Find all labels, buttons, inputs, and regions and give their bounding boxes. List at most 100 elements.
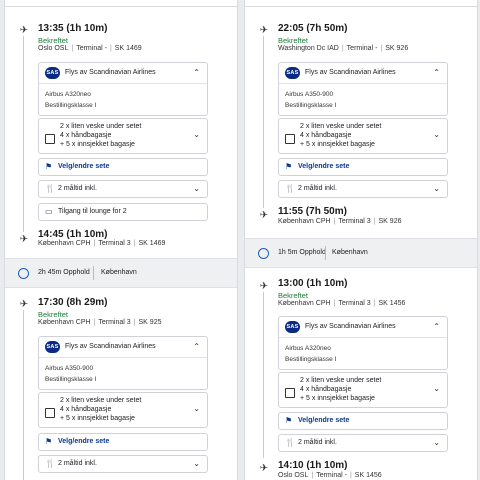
booking-class: Bestillingsklasse I — [45, 102, 97, 109]
status-confirmed: Bekreftet — [38, 36, 69, 45]
seat-select-button[interactable]: ⚑ Velg/endre sete — [38, 433, 208, 451]
chevron-down-icon[interactable]: ⌄ — [193, 404, 200, 413]
layover-duration: 1h 5m Opphold — [278, 249, 326, 256]
chevron-down-icon[interactable]: ⌄ — [193, 459, 200, 468]
baggage-line: + 5 x innsjekket bagasje — [60, 141, 135, 148]
layover-city: København — [101, 269, 137, 276]
airline-card[interactable]: SAS Flys av Scandinavian Airlines ⌃ Airb… — [38, 336, 208, 390]
meals-label: 2 måltid inkl. — [298, 185, 337, 192]
baggage-line: 4 x håndbagasje — [300, 132, 352, 139]
airline-header[interactable]: SAS Flys av Scandinavian Airlines ⌃ — [279, 317, 447, 338]
chevron-down-icon[interactable]: ⌄ — [193, 184, 200, 193]
aircraft-type: Airbus A320neo — [45, 91, 91, 98]
chevron-up-icon[interactable]: ⌃ — [433, 68, 440, 77]
layover-duration: 2h 45m Opphold — [38, 269, 90, 276]
airline-name: Flys av Scandinavian Airlines — [305, 69, 396, 76]
seat-icon: ⚑ — [285, 162, 293, 171]
meals-row[interactable]: 🍴 2 måltid inkl. ⌄ — [278, 180, 448, 198]
seat-select-button[interactable]: ⚑ Velg/endre sete — [278, 158, 448, 176]
seat-select-label: Velg/endre sete — [58, 438, 110, 445]
sas-logo: SAS — [45, 67, 60, 79]
chevron-up-icon[interactable]: ⌃ — [193, 342, 200, 351]
status-confirmed: Bekreftet — [38, 310, 69, 319]
baggage-line: 4 x håndbagasje — [300, 386, 352, 393]
meals-label: 2 måltid inkl. — [58, 460, 97, 467]
baggage-card[interactable]: 2 x liten veske under setet 4 x håndbaga… — [278, 372, 448, 408]
divider — [93, 266, 94, 280]
divider — [325, 246, 326, 260]
departure-place: Oslo OSL | Terminal - | SK 1469 — [38, 45, 142, 52]
departure-time: 22:05 (7h 50m) — [278, 23, 348, 34]
itinerary-return: ✈ 22:05 (7h 50m) Bekreftet Washington Dc… — [244, 0, 478, 480]
plane-takeoff-icon: ✈ — [259, 280, 269, 292]
itinerary-outbound: ✈ 13:35 (1h 10m) Bekreftet Oslo OSL | Term… — [4, 0, 238, 480]
luggage-icon — [285, 134, 295, 144]
meals-row[interactable]: 🍴 2 måltid inkl. ⌄ — [38, 180, 208, 198]
baggage-card[interactable]: 2 x liten veske under setet 4 x håndbaga… — [278, 118, 448, 154]
arrival-time: 14:10 (1h 10m) — [278, 460, 348, 471]
airline-header[interactable]: SAS Flys av Scandinavian Airlines ⌃ — [39, 63, 207, 84]
chevron-down-icon[interactable]: ⌄ — [433, 130, 440, 139]
airline-card[interactable]: SAS Flys av Scandinavian Airlines ⌃ Airb… — [38, 62, 208, 116]
status-confirmed: Bekreftet — [278, 291, 309, 300]
plane-takeoff-icon: ✈ — [19, 298, 29, 310]
baggage-card[interactable]: 2 x liten veske under setet 4 x håndbaga… — [38, 118, 208, 154]
chevron-up-icon[interactable]: ⌃ — [193, 68, 200, 77]
timeline-rail — [263, 292, 264, 458]
chevron-down-icon[interactable]: ⌄ — [433, 438, 440, 447]
airline-name: Flys av Scandinavian Airlines — [305, 323, 396, 330]
departure-place: København CPH | Terminal 3 | SK 1456 — [278, 300, 406, 307]
airline-header[interactable]: SAS Flys av Scandinavian Airlines ⌃ — [279, 63, 447, 84]
timeline-rail — [263, 36, 264, 208]
arrival-time: 14:45 (1h 10m) — [38, 229, 108, 240]
cutlery-icon: 🍴 — [285, 438, 295, 447]
seat-icon: ⚑ — [45, 437, 53, 446]
meals-label: 2 måltid inkl. — [58, 185, 97, 192]
aircraft-type: Airbus A320neo — [285, 345, 331, 352]
seat-select-label: Velg/endre sete — [58, 163, 110, 170]
arrival-place: København CPH | Terminal 3 | SK 1469 — [38, 240, 166, 247]
column-header — [5, 0, 237, 7]
chevron-down-icon[interactable]: ⌄ — [193, 130, 200, 139]
seat-select-button[interactable]: ⚑ Velg/endre sete — [278, 412, 448, 430]
cutlery-icon: 🍴 — [45, 459, 55, 468]
meals-label: 2 måltid inkl. — [298, 439, 337, 446]
sas-logo: SAS — [45, 341, 60, 353]
baggage-line: 4 x håndbagasje — [60, 132, 112, 139]
airline-card[interactable]: SAS Flys av Scandinavian Airlines ⌃ Airb… — [278, 62, 448, 116]
airline-name: Flys av Scandinavian Airlines — [65, 343, 156, 350]
lounge-row[interactable]: ▭ Tilgang til lounge for 2 — [38, 203, 208, 221]
departure-time: 17:30 (8h 29m) — [38, 297, 108, 308]
clock-icon — [18, 268, 29, 279]
column-header — [245, 0, 477, 7]
baggage-line: 4 x håndbagasje — [60, 406, 112, 413]
status-confirmed: Bekreftet — [278, 36, 309, 45]
chevron-up-icon[interactable]: ⌃ — [433, 322, 440, 331]
booking-class: Bestillingsklasse I — [285, 102, 337, 109]
baggage-card[interactable]: 2 x liten veske under setet 4 x håndbaga… — [38, 392, 208, 428]
layover-bar: 2h 45m Opphold København — [5, 258, 237, 288]
timeline-rail — [23, 36, 24, 232]
layover-bar: 1h 5m Opphold København — [245, 238, 477, 268]
plane-landing-icon: ✈ — [259, 462, 269, 474]
chevron-down-icon[interactable]: ⌄ — [433, 184, 440, 193]
chevron-down-icon[interactable]: ⌄ — [433, 384, 440, 393]
aircraft-type: Airbus A350-900 — [45, 365, 94, 372]
airline-card[interactable]: SAS Flys av Scandinavian Airlines ⌃ Airb… — [278, 316, 448, 370]
arrival-time: 11:55 (7h 50m) — [278, 206, 347, 217]
baggage-line: 2 x liten veske under setet — [60, 397, 142, 404]
arrival-place: København CPH | Terminal 3 | SK 926 — [278, 218, 402, 225]
seat-select-button[interactable]: ⚑ Velg/endre sete — [38, 158, 208, 176]
lounge-label: Tilgang til lounge for 2 — [58, 208, 127, 215]
airline-header[interactable]: SAS Flys av Scandinavian Airlines ⌃ — [39, 337, 207, 358]
luggage-icon — [45, 134, 55, 144]
sas-logo: SAS — [285, 321, 300, 333]
departure-place: Washington Dc IAD | Terminal - | SK 926 — [278, 45, 409, 52]
meals-row[interactable]: 🍴 2 måltid inkl. ⌄ — [278, 434, 448, 452]
clock-icon — [258, 248, 269, 259]
meals-row[interactable]: 🍴 2 måltid inkl. ⌄ — [38, 455, 208, 473]
baggage-line: + 5 x innsjekket bagasje — [60, 415, 135, 422]
departure-place: København CPH | Terminal 3 | SK 925 — [38, 319, 162, 326]
departure-time: 13:00 (1h 10m) — [278, 278, 348, 289]
arrival-place: Oslo OSL | Terminal - | SK 1456 — [278, 472, 382, 479]
